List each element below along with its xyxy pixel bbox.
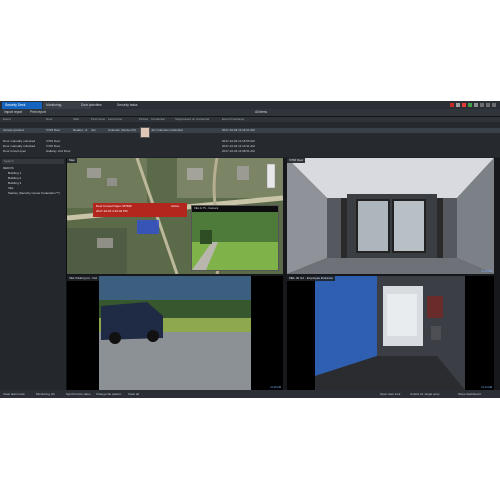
- alert-icon[interactable]: [462, 103, 466, 107]
- row-last-name: Coleman (Verde,CO): [108, 128, 137, 132]
- inset-caption: VEL & 75 - Camera: [194, 206, 219, 210]
- security-desk-window: Security Desk Monitoring Door activities…: [0, 101, 500, 398]
- map-tile[interactable]: Map Door Forced Open: M7990 2017-10-15 4…: [67, 158, 283, 274]
- import-report-button[interactable]: Import report: [4, 110, 22, 115]
- row-event: Access granted: [3, 128, 24, 132]
- tab-door-activities[interactable]: Door activities: [78, 102, 116, 109]
- area-view-tree: Search REDOS Building 1 Building 2 Build…: [0, 158, 67, 390]
- entrance-tile-caption: MEL 40 G2 - Employee Entrance: [287, 276, 335, 281]
- tree-node-federation[interactable]: Stanley (Security Center Federation™): [8, 191, 60, 195]
- tree-node-vel[interactable]: VEL: [8, 186, 14, 190]
- door-tile-timestamp: 11:14 AM: [481, 270, 492, 273]
- alarm-popup[interactable]: Door Forced Open: M7990 2017-10-15 4:32:…: [93, 203, 187, 217]
- door-tile-caption: V700 Door: [287, 158, 306, 163]
- tab-security-tasks[interactable]: Security tasks: [114, 102, 148, 109]
- alarm-title: Door Forced Open: M7990: [96, 204, 132, 208]
- parking-camera-tile[interactable]: VEL Parking lot - Out 11:15 AM: [67, 276, 283, 390]
- row-timestamp: 2017-10-03 11:16:41 AM: [222, 128, 255, 132]
- show-dashboard-button[interactable]: Show dashboard: [458, 391, 481, 397]
- col-timestamp[interactable]: Event timestamp: [222, 117, 244, 122]
- maximize-icon[interactable]: [486, 103, 490, 107]
- col-picture[interactable]: Picture: [139, 117, 148, 122]
- monitoring-area: Search REDOS Building 1 Building 2 Build…: [0, 158, 500, 390]
- col-suppressed[interactable]: Suppressed on credential: [175, 117, 209, 122]
- tree-node-building-1[interactable]: Building 1: [8, 171, 21, 175]
- tree-node-building-2[interactable]: Building 2: [8, 176, 21, 180]
- header-right-label: All items: [255, 110, 268, 114]
- window-controls: [450, 102, 496, 108]
- event-list: Event Door Side First name Last name Pic…: [0, 117, 500, 157]
- monitoring-count-button[interactable]: Monitoring (0): [36, 391, 55, 397]
- entrance-camera-tile[interactable]: MEL 40 G2 - Employee Entrance 11:14 AM: [287, 276, 494, 390]
- tree-node-root[interactable]: REDOS: [3, 166, 14, 170]
- col-side[interactable]: Side: [73, 117, 79, 122]
- row-event: Door forced open: [3, 149, 27, 153]
- report-toolbar: Import report Print report All items: [0, 109, 500, 117]
- row-timestamp: 2017-10-03 11:08:51 AM: [222, 149, 255, 153]
- door-camera-tile[interactable]: V700 Door 11:14 AM: [287, 158, 494, 274]
- entrance-tile-timestamp: 11:14 AM: [481, 386, 492, 389]
- parking-video: [67, 276, 283, 390]
- open-door-lock-button[interactable]: Open door lock: [380, 391, 400, 397]
- settings-icon[interactable]: [474, 103, 478, 107]
- status-bar: Clear alarm lock Monitoring (0) Synchron…: [0, 390, 500, 398]
- parking-tile-caption: VEL Parking lot - Out: [67, 276, 100, 281]
- close-icon[interactable]: [492, 103, 496, 107]
- event-list-header: Event Door Side First name Last name Pic…: [0, 117, 500, 122]
- unlock-single-entry-button[interactable]: Unlock for single entry: [410, 391, 440, 397]
- tree-node-building-3[interactable]: Building 3: [8, 181, 21, 185]
- entrance-video: [287, 276, 494, 390]
- synchronize-video-button[interactable]: Synchronize video: [66, 391, 91, 397]
- minimize-icon[interactable]: [480, 103, 484, 107]
- parking-tile-timestamp: 11:15 AM: [270, 386, 281, 389]
- change-tile-pattern-button[interactable]: Change tile pattern: [96, 391, 121, 397]
- tree-search-input[interactable]: Search: [2, 159, 64, 164]
- row-side: Reader - A: [73, 128, 88, 132]
- col-door[interactable]: Door: [46, 117, 53, 122]
- alarm-status: Active: [171, 204, 180, 208]
- row-door: V700 Door: [46, 128, 61, 132]
- alarm-time: 2017-10-15 4:32:42 PM: [96, 209, 128, 213]
- table-row[interactable]: Door forced open Hallway, 2nd Floor 2017…: [0, 149, 500, 154]
- row-door: Hallway, 2nd Floor: [46, 149, 71, 153]
- table-row[interactable]: Access granted V700 Door Reader - A Jon …: [0, 128, 500, 133]
- col-event[interactable]: Event: [3, 117, 11, 122]
- inset-video: [192, 212, 278, 270]
- col-credential[interactable]: Credential: [151, 117, 165, 122]
- title-bar: Security Desk Monitoring Door activities…: [0, 101, 500, 109]
- tab-security-desk[interactable]: Security Desk: [2, 102, 42, 109]
- status-icon[interactable]: [468, 103, 472, 107]
- print-report-button[interactable]: Print report: [30, 110, 46, 115]
- col-last-name[interactable]: Last name: [108, 117, 122, 122]
- clear-alarm-lock-button[interactable]: Clear alarm lock: [3, 391, 25, 397]
- cardholder-picture: [140, 127, 150, 138]
- col-first-name[interactable]: First name: [91, 117, 105, 122]
- row-first-name: Jon: [91, 128, 96, 132]
- map-camera-inset[interactable]: VEL & 75 - Camera: [191, 205, 279, 271]
- row-credential: Jon Coleman credential: [151, 128, 183, 132]
- alarm-icon[interactable]: [450, 103, 454, 107]
- notification-icon[interactable]: [456, 103, 460, 107]
- clear-all-button[interactable]: Clear all: [128, 391, 139, 397]
- map-tile-caption: Map: [67, 158, 77, 163]
- door-video: [287, 158, 494, 274]
